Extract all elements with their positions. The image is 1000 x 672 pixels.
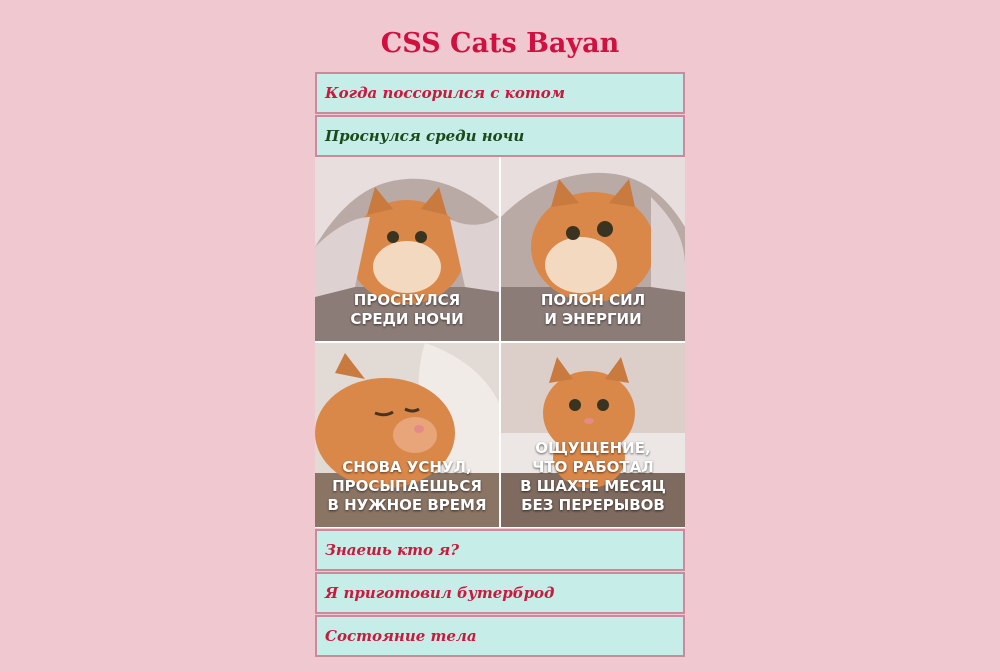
accordion-panel-woke-up-at-night: ПРОСНУЛСЯ СРЕДИ НОЧИ ПОЛОН СИЛ И ЭНЕРГИИ [315, 157, 685, 528]
accordion-item-label: Состояние тела [325, 627, 477, 645]
meme-caption: ПОЛОН СИЛ И ЭНЕРГИИ [540, 291, 646, 328]
meme-image-fell-asleep-again: СНОВА УСНУЛ, ПРОСЫПАЕШЬСЯ В НУЖНОЕ ВРЕМЯ [315, 343, 499, 527]
meme-image-full-of-energy: ПОЛОН СИЛ И ЭНЕРГИИ [501, 157, 685, 341]
accordion-item-label: Знаешь кто я? [325, 541, 459, 559]
cats-accordion: Когда поссорился с котом Проснулся среди… [315, 72, 685, 658]
accordion-item-label: Когда поссорился с котом [325, 84, 565, 102]
accordion-item-label: Я приготовил бутерброд [325, 584, 555, 602]
meme-caption: ПРОСНУЛСЯ СРЕДИ НОЧИ [350, 291, 464, 328]
accordion-item-woke-up-at-night[interactable]: Проснулся среди ночи [315, 115, 685, 157]
accordion-item-label: Проснулся среди ночи [325, 127, 525, 145]
accordion-item-quarrel-with-cat[interactable]: Когда поссорился с котом [315, 72, 685, 114]
page-title: CSS Cats Bayan [380, 28, 620, 59]
accordion-item-know-who-i-am[interactable]: Знаешь кто я? [315, 529, 685, 571]
accordion-item-body-state[interactable]: Состояние тела [315, 615, 685, 657]
meme-caption: СНОВА УСНУЛ, ПРОСЫПАЕШЬСЯ В НУЖНОЕ ВРЕМЯ [327, 458, 487, 514]
meme-image-woke-up: ПРОСНУЛСЯ СРЕДИ НОЧИ [315, 157, 499, 341]
meme-caption: ОЩУЩЕНИЕ, ЧТО РАБОТАЛ В ШАХТЕ МЕСЯЦ БЕЗ … [520, 439, 666, 514]
meme-image-worked-in-mine: ОЩУЩЕНИЕ, ЧТО РАБОТАЛ В ШАХТЕ МЕСЯЦ БЕЗ … [501, 343, 685, 527]
accordion-item-made-sandwich[interactable]: Я приготовил бутерброд [315, 572, 685, 614]
